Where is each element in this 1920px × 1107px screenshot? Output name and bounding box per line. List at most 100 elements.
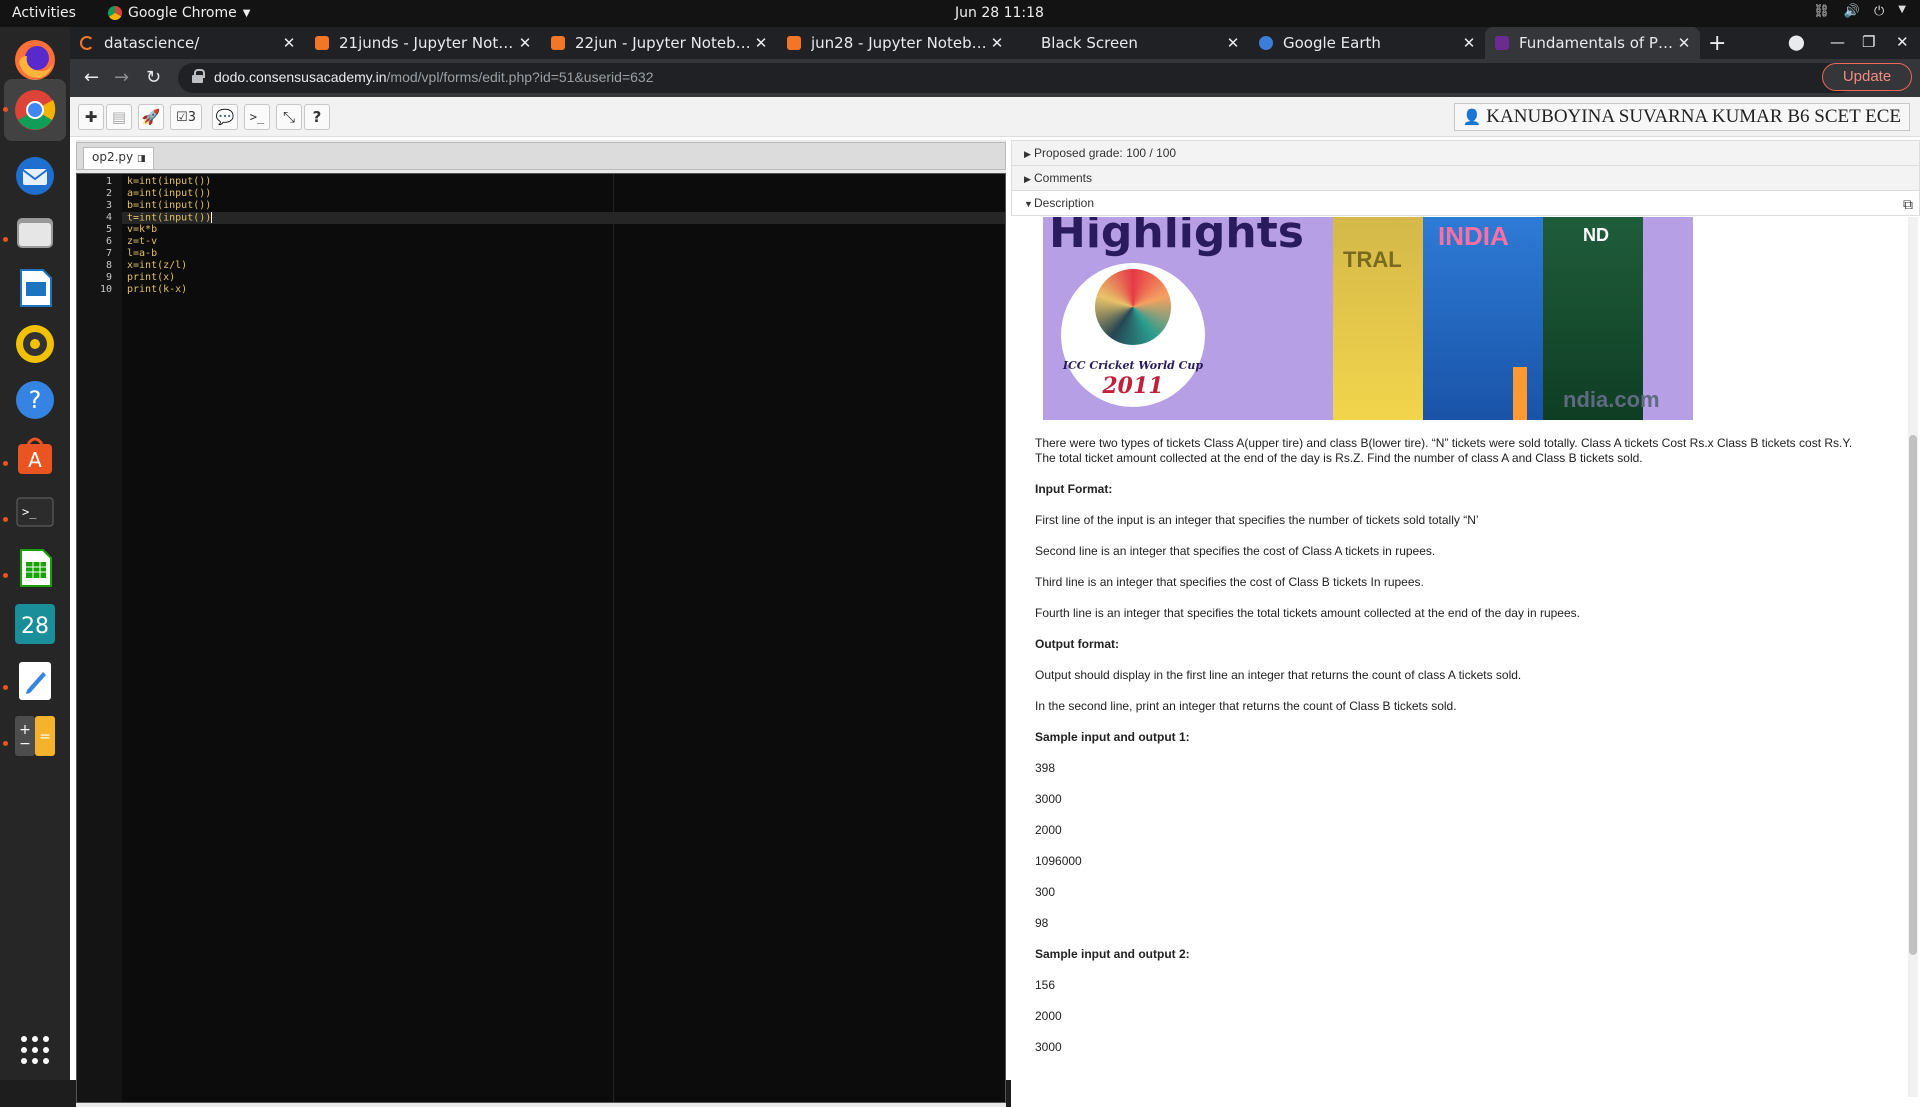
comments-icon[interactable]: 💬 xyxy=(212,104,238,130)
world-cup-banner: TRAL INDIA ND Highlights ICC Cricket Wor… xyxy=(1043,217,1693,420)
grade-accordion[interactable]: ▶ Proposed grade: 100 / 100 xyxy=(1011,140,1920,166)
calendar-icon[interactable]: 28 xyxy=(12,601,58,647)
notebook-icon xyxy=(787,36,801,50)
description-accordion[interactable]: ▼Description ⧉ xyxy=(1011,190,1920,216)
back-icon[interactable]: ← xyxy=(84,67,99,88)
logo-ball xyxy=(1095,269,1171,345)
code-line[interactable]: k=int(input()) xyxy=(127,176,211,187)
expand-panel-icon[interactable]: ⧉ xyxy=(1903,192,1913,216)
file-tab-op2[interactable]: op2.py ◨ xyxy=(83,147,155,169)
jersey-text: ND xyxy=(1583,225,1609,245)
sample-value: 2000 xyxy=(1035,1009,1062,1023)
show-applications-icon[interactable] xyxy=(12,1027,58,1073)
clock[interactable]: Jun 28 11:18 xyxy=(955,5,1044,21)
new-file-icon[interactable]: ✚ xyxy=(78,104,104,130)
activities-button[interactable]: Activities xyxy=(12,5,76,21)
app-menu[interactable]: Google Chrome ▼ xyxy=(108,5,250,21)
info-panel: ▶ Proposed grade: 100 / 100 ▶ Comments ▼De… xyxy=(1011,140,1920,1107)
file-tabs: op2.py ◨ xyxy=(76,142,1006,170)
close-icon[interactable]: ✕ xyxy=(987,34,1007,52)
browser-tab[interactable]: jun28 - Jupyter Notebook ✕ xyxy=(777,27,1013,59)
fullscreen-icon[interactable]: ⤡ xyxy=(276,104,302,130)
text-editor-icon[interactable] xyxy=(12,657,58,703)
terminal-icon[interactable]: >_ xyxy=(12,489,58,535)
close-icon[interactable]: ✕ xyxy=(751,34,771,52)
description-text: Output should display in the first line … xyxy=(1035,668,1522,682)
close-icon[interactable]: ✕ xyxy=(1223,34,1243,52)
file-options-icon[interactable]: ◨ xyxy=(137,154,146,164)
thunderbird-icon[interactable] xyxy=(12,153,58,199)
code-editor[interactable]: 1 2 3 4 5 6 7 8 9 10 k=int(input()) a=in… xyxy=(76,173,1006,1103)
running-indicator xyxy=(3,741,8,746)
tab-search-icon[interactable]: ⬤ xyxy=(1788,33,1805,51)
files-icon[interactable] xyxy=(12,209,58,255)
code-line[interactable]: print(x) xyxy=(127,272,175,283)
calendar-day: 28 xyxy=(21,614,49,639)
description-scrollbar[interactable] xyxy=(1908,217,1918,1097)
close-window-icon[interactable]: ✕ xyxy=(1896,33,1909,51)
line-number: 6 xyxy=(105,236,112,247)
firefox-icon[interactable] xyxy=(12,37,58,83)
save-icon[interactable]: ▤ xyxy=(106,104,132,130)
browser-tab[interactable]: Black Screen ✕ xyxy=(1013,27,1249,59)
close-icon[interactable]: ✕ xyxy=(515,34,535,52)
description-body: TRAL INDIA ND Highlights ICC Cricket Wor… xyxy=(1011,217,1920,1107)
close-icon[interactable]: ✕ xyxy=(279,34,299,52)
sample-value: 2000 xyxy=(1035,823,1062,837)
browser-tab[interactable]: 21junds - Jupyter Notebook ✕ xyxy=(305,27,541,59)
code-line[interactable]: a=int(input()) xyxy=(127,188,211,199)
running-indicator xyxy=(3,237,8,242)
browser-tab[interactable]: Google Earth ✕ xyxy=(1249,27,1485,59)
help-icon[interactable]: ? xyxy=(12,377,58,423)
world-cup-logo: ICC Cricket World Cup 2011 xyxy=(1061,263,1205,407)
code-line[interactable]: l=a-b xyxy=(127,248,157,259)
description-text: There were two types of tickets Class A(… xyxy=(1035,436,1853,450)
lock-icon xyxy=(192,69,205,83)
scrollbar-thumb[interactable] xyxy=(1909,435,1917,955)
user-badge: 👤 KANUBOYINA SUVARNA KUMAR B6 SCET ECE xyxy=(1453,103,1910,131)
check-icon: ☑ xyxy=(176,109,188,125)
calculator-icon[interactable]: + − = xyxy=(12,713,58,759)
description-label: Description xyxy=(1034,196,1095,210)
close-icon[interactable]: ✕ xyxy=(1674,34,1694,52)
description-text: Third line is an integer that specifies … xyxy=(1035,575,1424,589)
console-icon[interactable]: >_ xyxy=(244,104,270,130)
url-input[interactable]: dodo.consensusacademy.in/mod/vpl/forms/e… xyxy=(178,63,1854,93)
restore-icon[interactable]: ❐ xyxy=(1862,33,1875,51)
chevron-down-icon: ▼ xyxy=(1898,4,1906,15)
code-line[interactable]: print(k-x) xyxy=(127,284,187,295)
grade-label: Proposed grade: 100 / 100 xyxy=(1034,146,1177,160)
minimize-icon[interactable]: — xyxy=(1830,33,1845,51)
user-name: KANUBOYINA SUVARNA KUMAR B6 SCET ECE xyxy=(1486,106,1901,127)
run-icon[interactable]: 🚀 xyxy=(138,104,164,130)
address-bar-row: ← → ↻ dodo.consensusacademy.in/mod/vpl/f… xyxy=(70,59,1920,97)
sample-value: 1096000 xyxy=(1035,854,1082,868)
browser-tab[interactable]: datascience/ ✕ xyxy=(70,27,305,59)
libreoffice-impress-icon[interactable] xyxy=(12,265,58,311)
code-line[interactable]: b=int(input()) xyxy=(127,200,211,211)
browser-tab-active[interactable]: Fundamentals of Python ✕ xyxy=(1485,27,1700,59)
chrome-icon[interactable] xyxy=(4,79,66,141)
description-text: Second line is an integer that specifies… xyxy=(1035,544,1436,558)
code-line[interactable]: x=int(z/l) xyxy=(127,260,187,271)
evaluate-button[interactable]: ☑ 3 xyxy=(170,104,202,130)
ubuntu-software-icon[interactable]: A xyxy=(12,433,58,479)
browser-tab[interactable]: 22jun - Jupyter Notebook ✕ xyxy=(541,27,777,59)
rhythmbox-icon[interactable] xyxy=(12,321,58,367)
new-tab-button[interactable]: + xyxy=(1708,31,1726,56)
sample-value: 3000 xyxy=(1035,1040,1062,1054)
code-line[interactable]: v=k*b xyxy=(127,224,157,235)
code-line[interactable]: z=t-v xyxy=(127,236,157,247)
tab-title: 22jun - Jupyter Notebook xyxy=(575,34,751,52)
update-button[interactable]: Update xyxy=(1822,63,1912,91)
forward-icon[interactable]: → xyxy=(114,67,129,88)
tab-strip: datascience/ ✕ 21junds - Jupyter Noteboo… xyxy=(70,27,1920,59)
close-icon[interactable]: ✕ xyxy=(1459,34,1479,52)
libreoffice-calc-icon[interactable] xyxy=(12,545,58,591)
comments-accordion[interactable]: ▶ Comments xyxy=(1011,165,1920,191)
help-icon[interactable]: ? xyxy=(304,104,330,130)
code-line-active[interactable]: t=int(input()) xyxy=(122,212,1005,224)
reload-icon[interactable]: ↻ xyxy=(146,67,161,88)
system-tray[interactable]: ⛓ 🔊 ⏻ ▼ xyxy=(1813,4,1906,19)
sample-value: 3000 xyxy=(1035,792,1062,806)
